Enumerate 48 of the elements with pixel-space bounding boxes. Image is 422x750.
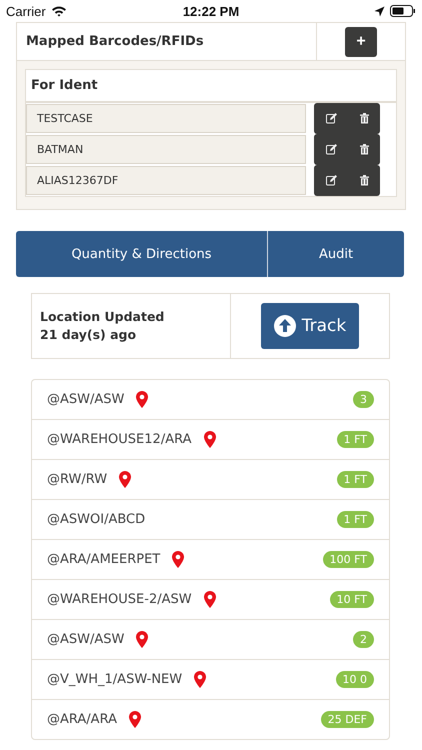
tab[interactable]: Quantity & Directions	[16, 231, 268, 277]
location-name: @ARA/AMEERPET	[47, 552, 160, 567]
location-row[interactable]: @ASWOI/ABCD 1 FT	[32, 499, 389, 539]
carrier-label: Carrier	[6, 4, 46, 18]
location-row[interactable]: @WAREHOUSE-2/ASW 10 FT	[32, 579, 389, 619]
wifi-icon	[50, 5, 67, 17]
location-name: @ASW/ASW	[47, 632, 124, 647]
quantity-badge: 25 DEF	[320, 711, 374, 728]
location-updated-text: Location Updated 21 day(s) ago	[32, 294, 231, 358]
quantity-badge: 2	[353, 631, 374, 648]
edit-icon[interactable]	[326, 144, 336, 155]
edit-icon[interactable]	[326, 113, 336, 124]
location-name: @V_WH_1/ASW-NEW	[47, 672, 182, 687]
panel-title: Mapped Barcodes/RFIDs	[17, 23, 317, 60]
location-name: @RW/RW	[47, 472, 108, 487]
tab[interactable]: Audit	[268, 231, 404, 277]
quantity-badge: 100 FT	[322, 551, 374, 568]
location-name: @ASWOI/ABCD	[47, 512, 146, 527]
location-row[interactable]: @V_WH_1/ASW-NEW 10 0	[32, 659, 389, 699]
quantity-badge: 1 FT	[336, 511, 374, 528]
status-time: 12:22 PM	[182, 4, 240, 18]
barcode-field[interactable]: TESTCASE	[26, 104, 306, 133]
quantity-badge: 3	[353, 391, 374, 408]
location-row[interactable]: @WAREHOUSE12/ARA 1 FT	[32, 419, 389, 459]
edit-icon[interactable]	[326, 175, 336, 186]
location-name: @WAREHOUSE-2/ASW	[47, 592, 192, 607]
location-row[interactable]: @ASW/ASW 3	[32, 380, 389, 419]
trash-icon[interactable]	[360, 175, 368, 186]
location-row[interactable]: @RW/RW 1 FT	[32, 459, 389, 499]
quantity-badge: 1 FT	[336, 471, 374, 488]
add-button[interactable]: +	[345, 26, 377, 56]
barcode-field[interactable]: ALIAS12367DF	[26, 166, 306, 195]
battery-icon	[390, 5, 416, 17]
location-name: @ARA/ARA	[47, 712, 117, 727]
location-name: @ASW/ASW	[47, 392, 124, 407]
track-button[interactable]: Track	[261, 303, 359, 349]
location-arrow-icon	[374, 6, 385, 16]
quantity-badge: 10 FT	[330, 591, 374, 608]
trash-icon[interactable]	[360, 144, 368, 155]
location-row[interactable]: @ARA/AMEERPET 100 FT	[32, 539, 389, 579]
location-row[interactable]: @ASW/ASW 2	[32, 619, 389, 659]
quantity-badge: 1 FT	[336, 431, 374, 448]
location-name: @WAREHOUSE12/ARA	[47, 432, 192, 447]
arrow-up-circle-icon	[274, 315, 296, 337]
quantity-badge: 10 0	[336, 671, 374, 688]
trash-icon[interactable]	[360, 113, 368, 124]
location-row[interactable]: @ARA/ARA 25 DEF	[32, 699, 389, 739]
barcode-field[interactable]: BATMAN	[26, 135, 306, 164]
